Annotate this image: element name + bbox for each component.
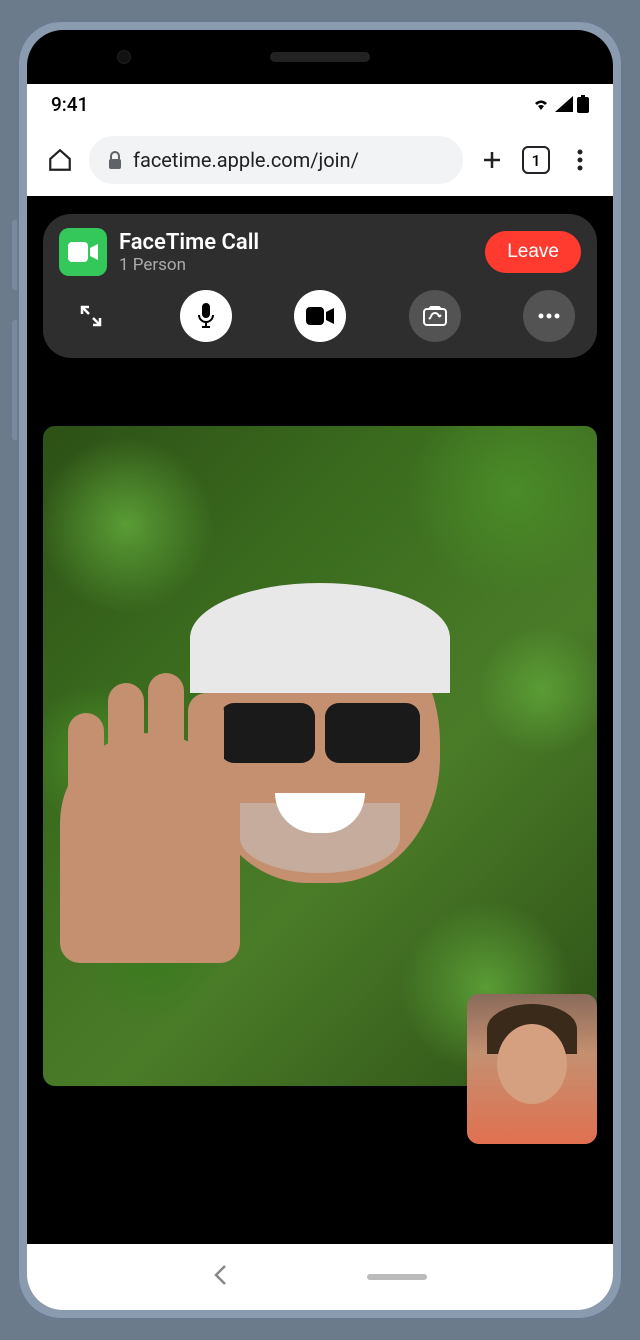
front-camera: [117, 50, 131, 64]
more-options-button[interactable]: [523, 290, 575, 342]
url-text: facetime.apple.com/join/: [133, 148, 359, 172]
call-controls-card: FaceTime Call 1 Person Leave: [43, 214, 597, 358]
facetime-app-icon: [59, 228, 107, 276]
tab-count: 1: [531, 151, 540, 170]
tab-count-badge: 1: [522, 146, 550, 174]
remote-video-feed[interactable]: [43, 426, 597, 1086]
phone-screen-bezel: 9:41 facetime.apple.com/join/: [27, 30, 613, 1310]
lock-icon: [107, 151, 123, 169]
status-icons: [531, 95, 589, 113]
microphone-icon: [197, 303, 215, 329]
status-bar: 9:41: [27, 84, 613, 124]
video-icon: [68, 242, 98, 262]
self-view-pip[interactable]: [467, 994, 597, 1144]
ellipsis-icon: [538, 313, 560, 319]
kebab-menu-icon: [577, 149, 583, 171]
address-bar[interactable]: facetime.apple.com/join/: [89, 136, 463, 184]
chevron-left-icon: [213, 1264, 227, 1286]
volume-up-button: [12, 220, 17, 290]
browser-toolbar: facetime.apple.com/join/ 1: [27, 124, 613, 196]
status-time: 9:41: [51, 93, 88, 116]
phone-hardware-top: [27, 30, 613, 84]
screen: 9:41 facetime.apple.com/join/: [27, 84, 613, 1310]
phone-frame: 9:41 facetime.apple.com/join/: [17, 20, 623, 1320]
flip-camera-icon: [422, 305, 448, 327]
video-camera-icon: [306, 307, 334, 325]
call-header: FaceTime Call 1 Person Leave: [59, 228, 581, 276]
volume-down-button: [12, 320, 17, 440]
back-button[interactable]: [213, 1264, 227, 1290]
flip-camera-button[interactable]: [409, 290, 461, 342]
wifi-icon: [531, 96, 551, 112]
plus-icon: [480, 148, 504, 172]
call-content-area: FaceTime Call 1 Person Leave: [27, 196, 613, 1244]
home-button[interactable]: [45, 147, 75, 173]
tabs-button[interactable]: 1: [521, 146, 551, 174]
earpiece-speaker: [270, 52, 370, 62]
call-controls-row: [59, 290, 581, 342]
call-title-block: FaceTime Call 1 Person: [119, 230, 473, 275]
fullscreen-button[interactable]: [65, 290, 117, 342]
call-title: FaceTime Call: [119, 230, 473, 255]
call-participant-count: 1 Person: [119, 255, 473, 275]
cell-signal-icon: [555, 96, 573, 112]
android-nav-bar: [27, 1244, 613, 1310]
mute-button[interactable]: [180, 290, 232, 342]
leave-button[interactable]: Leave: [485, 231, 581, 273]
new-tab-button[interactable]: [477, 148, 507, 172]
remote-participant: [200, 603, 440, 883]
camera-toggle-button[interactable]: [294, 290, 346, 342]
expand-icon: [80, 305, 102, 327]
menu-button[interactable]: [565, 149, 595, 171]
home-gesture-pill[interactable]: [367, 1274, 427, 1280]
home-icon: [47, 147, 73, 173]
battery-icon: [577, 95, 589, 113]
